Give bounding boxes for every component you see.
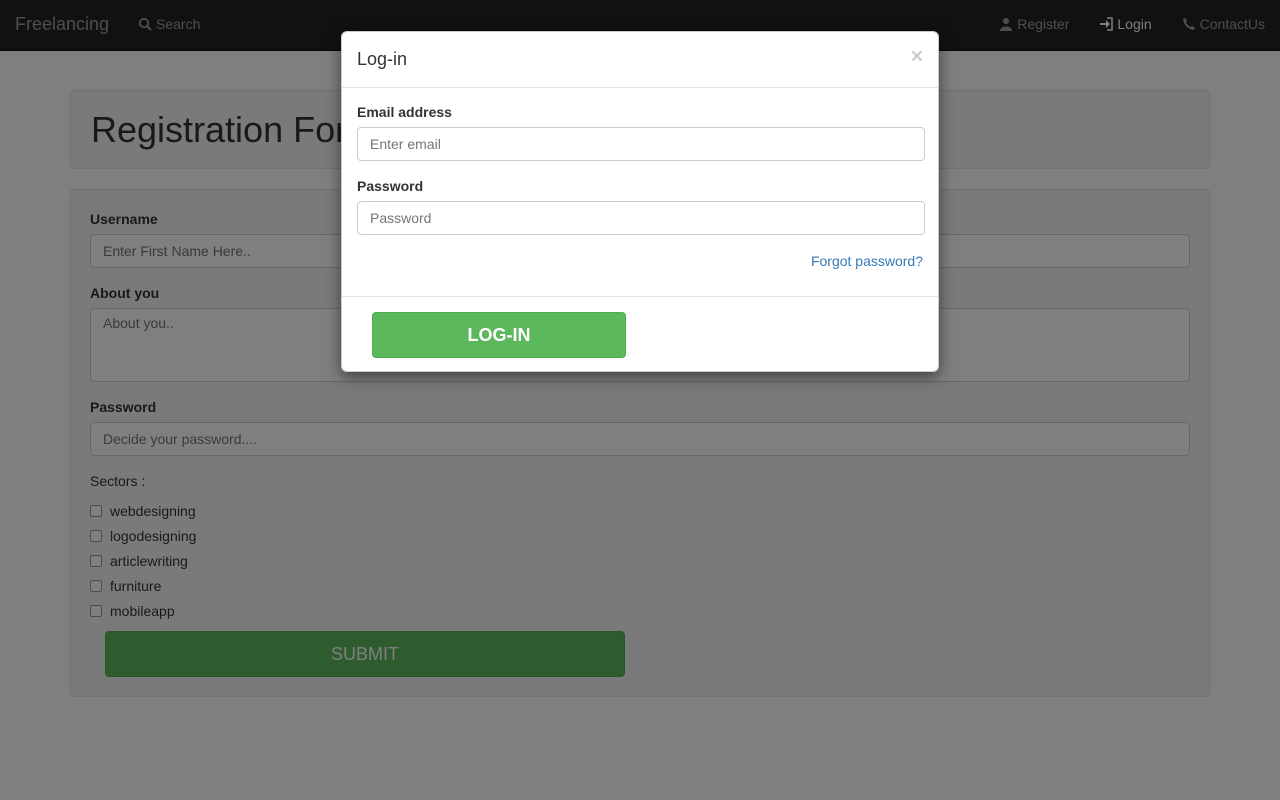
login-button[interactable]: LOG-IN (372, 312, 626, 358)
login-modal: Log-in × Email address Password Forgot p… (341, 31, 939, 372)
modal-header: Log-in × (342, 32, 938, 88)
forgot-password-link[interactable]: Forgot password? (811, 253, 923, 269)
login-password-field[interactable] (357, 201, 925, 235)
email-field[interactable] (357, 127, 925, 161)
modal-title: Log-in (357, 49, 408, 69)
email-label: Email address (357, 104, 452, 120)
close-icon[interactable]: × (911, 46, 923, 67)
login-password-label: Password (357, 178, 424, 194)
